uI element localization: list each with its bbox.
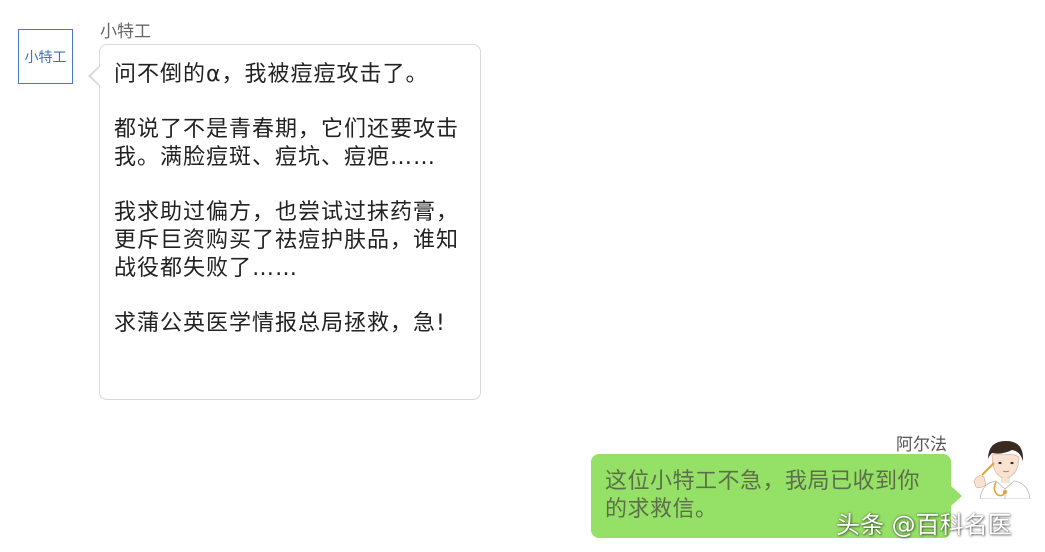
- cartoon-doctor-avatar-icon: [968, 437, 1033, 500]
- sender-name-left: 小特工: [100, 22, 151, 42]
- sender-avatar-right[interactable]: [968, 437, 1033, 500]
- watermark: 头条 @百科名医: [836, 511, 1012, 539]
- message-paragraph: 我求助过偏方，也尝试过抹药膏，更斥巨资购买了祛痘护肤品，谁知战役都失败了……: [114, 200, 460, 281]
- sender-name-right: 阿尔法: [896, 435, 947, 455]
- bubble-tail-fill: [91, 66, 101, 86]
- message-bubble-left: 问不倒的α，我被痘痘攻击了。 都说了不是青春期，它们还要攻击我。满脸痘斑、痘坑、…: [88, 44, 481, 400]
- sender-avatar-left[interactable]: 小特工: [18, 29, 73, 84]
- message-paragraph: 求蒲公英医学情报总局拯救，急!: [114, 311, 446, 336]
- message-paragraph: 都说了不是青春期，它们还要攻击我。满脸痘斑、痘坑、痘疤……: [114, 117, 460, 170]
- bubble-tail: [951, 486, 962, 506]
- avatar-label: 小特工: [24, 49, 67, 66]
- message-paragraph: 问不倒的α，我被痘痘攻击了。: [114, 62, 429, 87]
